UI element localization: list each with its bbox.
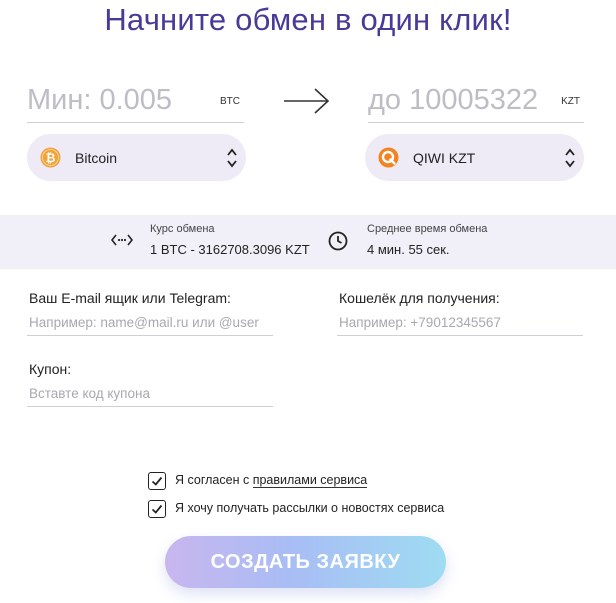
to-amount-field[interactable]: до 10005322 KZT (368, 82, 584, 123)
page-title: Начните обмен в один клик! (104, 2, 512, 37)
wallet-label: Кошелёк для получения: (339, 290, 500, 306)
create-order-button[interactable]: СОЗДАТЬ ЗАЯВКУ (165, 536, 446, 588)
to-currency-select[interactable]: QIWI KZT (365, 134, 584, 181)
to-currency-code: KZT (561, 96, 580, 107)
from-currency-select[interactable]: ₿ Bitcoin (27, 134, 246, 181)
chevron-up-down-icon (227, 148, 237, 168)
rate-caption: Курс обмена (150, 223, 215, 235)
time-caption: Среднее время обмена (367, 223, 488, 235)
arrow-right-icon (284, 88, 330, 114)
coupon-input[interactable] (27, 380, 273, 407)
checkmark-icon (151, 504, 163, 514)
exchange-arrows-icon (111, 234, 133, 246)
from-currency-label: Bitcoin (75, 150, 118, 166)
newsletter-checkbox[interactable] (148, 500, 166, 518)
from-amount-placeholder: Мин: 0.005 (27, 84, 173, 116)
checkmark-icon (151, 476, 163, 486)
terms-prefix: Я согласен с (175, 473, 253, 487)
wallet-input[interactable] (337, 309, 583, 336)
contact-label: Ваш E-mail ящик или Telegram: (29, 290, 231, 306)
terms-link[interactable]: правилами сервиса (252, 473, 368, 488)
from-amount-field[interactable]: Мин: 0.005 BTC (27, 82, 244, 123)
to-currency-label: QIWI KZT (413, 150, 476, 166)
to-amount-placeholder: до 10005322 (368, 84, 539, 116)
coupon-label: Купон: (29, 361, 72, 377)
svg-text:₿: ₿ (46, 151, 56, 165)
terms-text: Я согласен с правилами сервиса (175, 473, 368, 488)
bitcoin-icon: ₿ (40, 147, 61, 168)
from-currency-code: BTC (220, 96, 240, 107)
exchange-rate-bar: Курс обмена 1 BTC - 3162708.3096 KZT Сре… (0, 215, 616, 269)
terms-checkbox[interactable] (148, 472, 166, 490)
newsletter-text: Я хочу получать рассылки о новостях серв… (175, 501, 445, 515)
qiwi-icon (378, 147, 399, 168)
contact-input[interactable] (27, 309, 273, 336)
chevron-up-down-icon (565, 148, 575, 168)
time-value: 4 мин. 55 сек. (367, 242, 450, 257)
rate-value: 1 BTC - 3162708.3096 KZT (150, 242, 310, 257)
clock-icon (328, 231, 348, 251)
